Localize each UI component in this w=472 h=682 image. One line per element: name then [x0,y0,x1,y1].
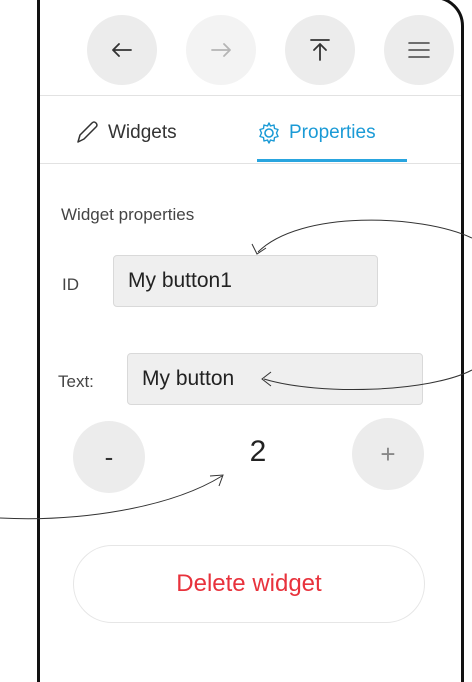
increment-button[interactable]: + [352,418,424,490]
undo-arrow-icon [112,43,132,57]
id-field[interactable]: My button1 [113,255,378,307]
tab-bar: Widgets Properties [40,95,461,163]
tab-properties[interactable]: Properties [257,113,376,153]
redo-arrow-icon [211,43,231,57]
id-label: ID [62,275,79,294]
gear-icon [257,121,281,145]
section-title: Widget properties [61,205,195,224]
undo-button[interactable] [87,15,157,85]
increment-label: + [380,438,396,469]
tab-widgets-label: Widgets [108,122,177,143]
toolbar [40,0,461,95]
tab-widgets[interactable]: Widgets [74,113,177,153]
menu-icon [408,42,430,58]
decrement-label: - [104,441,114,472]
text-field[interactable]: My button [127,353,423,405]
decrement-button[interactable]: - [73,421,145,493]
text-label: Text: [58,372,94,391]
delete-widget-button[interactable]: Delete widget [73,545,425,623]
upload-button[interactable] [285,15,355,85]
redo-button[interactable] [186,15,256,85]
editor-panel: Widgets Properties Widget properties ID … [37,0,464,682]
screenshot-stage: Widgets Properties Widget properties ID … [0,0,472,682]
tab-properties-label: Properties [289,122,376,143]
upload-icon [310,39,330,61]
menu-button[interactable] [384,15,454,85]
tabs-divider [40,163,461,164]
active-tab-indicator [257,159,407,162]
stepper-value: 2 [249,435,267,468]
pencil-icon [74,120,100,146]
